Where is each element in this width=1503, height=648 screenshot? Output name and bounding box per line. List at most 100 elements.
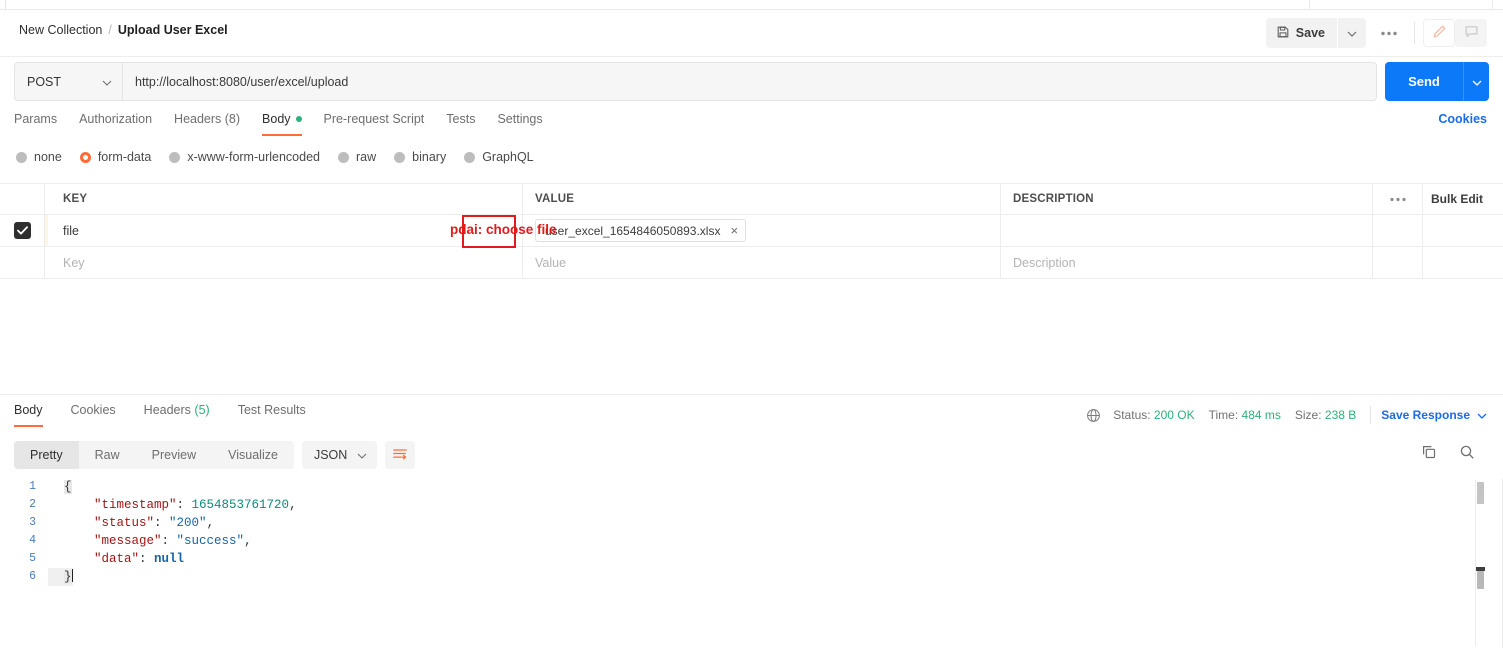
response-tab-cookies-label: Cookies (70, 403, 116, 417)
header-more-button[interactable] (1372, 18, 1406, 48)
code-line: 2 "timestamp": 1654853761720, (0, 496, 1503, 514)
body-type-none-label: none (34, 150, 62, 164)
body-type-graphql[interactable]: GraphQL (464, 150, 534, 164)
status-code: Status: 200 OK (1113, 408, 1194, 422)
cookies-link[interactable]: Cookies (1438, 112, 1487, 126)
body-type-none[interactable]: none (16, 150, 62, 164)
tab-params[interactable]: Params (14, 110, 71, 136)
view-mode-visualize[interactable]: Visualize (212, 441, 294, 469)
code-token: "timestamp" (94, 498, 177, 512)
code-token: "status" (94, 516, 155, 530)
code-token: "success" (176, 534, 245, 548)
save-dropdown-button[interactable] (1338, 18, 1366, 48)
send-button[interactable]: Send (1385, 62, 1463, 101)
body-type-form-data[interactable]: form-data (79, 150, 151, 164)
save-button[interactable]: Save (1265, 18, 1337, 48)
tab-body-label: Body (262, 112, 291, 126)
tab-authorization-label: Authorization (79, 112, 153, 126)
method-select[interactable]: POST (14, 62, 122, 101)
body-type-raw[interactable]: raw (338, 150, 376, 164)
response-tab-headers[interactable]: Headers (5) (144, 403, 210, 427)
empty-description-placeholder: Description (1013, 255, 1076, 270)
tab-pre-request-script[interactable]: Pre-request Script (324, 110, 439, 136)
body-type-urlencoded[interactable]: x-www-form-urlencoded (169, 150, 320, 164)
tab-params-label: Params (14, 112, 58, 126)
file-chip-remove-icon[interactable]: × (730, 224, 738, 237)
code-lines: 1{2 "timestamp": 1654853761720, 3 "status… (0, 478, 1503, 586)
table-row: file user_excel_1654846050893.xlsx × (0, 215, 1503, 247)
row-key-cell[interactable]: file (45, 215, 523, 246)
ellipsis-icon (1389, 197, 1406, 201)
header-actions: Save (1265, 18, 1487, 48)
check-icon (16, 226, 28, 235)
body-type-binary-label: binary (412, 150, 447, 164)
copy-button[interactable] (1421, 444, 1437, 463)
chevron-down-icon (102, 75, 112, 89)
response-body-code[interactable]: 1{2 "timestamp": 1654853761720, 3 "status… (0, 478, 1503, 648)
body-type-binary[interactable]: binary (394, 150, 446, 164)
form-data-options-button[interactable] (1373, 184, 1423, 214)
empty-row-value-cell[interactable]: Value (523, 247, 1001, 278)
body-modified-dot (295, 116, 302, 122)
wrap-lines-button[interactable] (385, 441, 416, 469)
empty-row-key-cell[interactable]: Key (45, 247, 523, 278)
radio-icon-selected (79, 151, 91, 163)
row-value-cell[interactable]: user_excel_1654846050893.xlsx × (523, 215, 1001, 246)
view-mode-raw[interactable]: Raw (79, 441, 136, 469)
file-chip[interactable]: user_excel_1654846050893.xlsx × (535, 219, 747, 242)
response-format-select[interactable]: JSON (301, 441, 378, 469)
line-number: 1 (29, 480, 36, 493)
code-scrollbar-thumb[interactable] (1477, 482, 1484, 504)
response-time: Time: 484 ms (1209, 408, 1281, 422)
code-line-text: "timestamp": 1654853761720, (48, 496, 297, 514)
tab-body[interactable]: Body (262, 110, 316, 136)
save-response-button[interactable]: Save Response (1381, 408, 1487, 422)
row-description-cell[interactable] (1001, 215, 1373, 246)
breadcrumb-separator: / (108, 23, 112, 37)
tab-tests[interactable]: Tests (446, 110, 489, 136)
form-data-empty-row: Key Value Description (0, 247, 1503, 279)
send-button-group: Send (1385, 62, 1489, 101)
radio-icon (16, 151, 27, 163)
response-tab-test-results[interactable]: Test Results (238, 403, 306, 427)
line-number: 2 (29, 498, 36, 511)
tab-strip-body (6, 0, 1503, 10)
response-tab-cookies[interactable]: Cookies (71, 403, 116, 427)
code-scrollbar-track[interactable] (1475, 480, 1485, 646)
search-button[interactable] (1459, 444, 1475, 463)
response-tab-headers-label: Headers (143, 403, 195, 417)
time-label: Time: (1208, 408, 1239, 422)
send-dropdown-button[interactable] (1463, 62, 1489, 101)
bulk-edit-button[interactable]: Bulk Edit (1423, 184, 1503, 214)
url-input[interactable]: http://localhost:8080/user/excel/upload (122, 62, 1377, 101)
body-type-graphql-label: GraphQL (482, 150, 534, 164)
comments-button[interactable] (1455, 19, 1487, 47)
empty-row-description-cell[interactable]: Description (1001, 247, 1373, 278)
response-tab-body[interactable]: Body (14, 403, 43, 427)
response-tabs: Body Cookies Headers (5) Test Results (14, 403, 334, 427)
view-mode-pretty[interactable]: Pretty (14, 441, 79, 469)
tab-headers[interactable]: Headers (8) (174, 110, 254, 136)
row-checkbox[interactable] (13, 222, 31, 239)
wrap-lines-icon (392, 447, 408, 464)
tab-settings[interactable]: Settings (497, 110, 556, 136)
breadcrumb-collection[interactable]: New Collection (19, 22, 102, 38)
row-checkbox-cell (0, 215, 45, 246)
view-mode-preview[interactable]: Preview (136, 441, 212, 469)
status-divider (1370, 406, 1372, 424)
edit-request-button[interactable] (1423, 19, 1455, 47)
tab-authorization[interactable]: Authorization (79, 110, 166, 136)
radio-icon (394, 151, 406, 163)
line-number: 4 (29, 534, 36, 547)
code-line-text: { (48, 478, 72, 496)
response-format-value: JSON (313, 448, 348, 462)
code-token: : (139, 552, 155, 566)
response-body-toolbar: Pretty Raw Preview Visualize JSON (14, 441, 416, 469)
code-line-text: } (48, 568, 73, 586)
save-icon (1276, 25, 1290, 42)
code-scrollbar-marker[interactable] (1476, 567, 1485, 589)
time-value: 484 ms (1241, 408, 1281, 422)
response-divider (0, 394, 1503, 395)
